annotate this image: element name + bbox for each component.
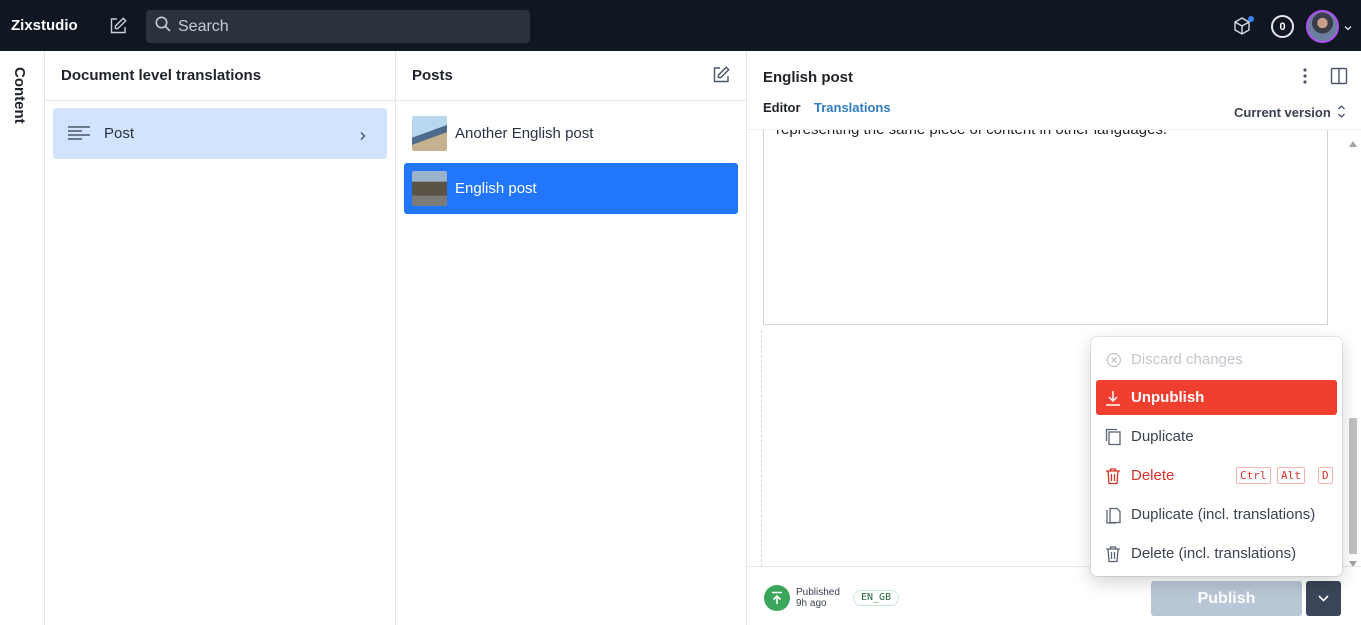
pane-header: Document level translations [45, 51, 395, 101]
pane-title: Posts [412, 67, 453, 84]
published-status-icon [764, 585, 790, 611]
document-label: Another English post [455, 125, 594, 142]
compose-icon[interactable] [711, 65, 731, 85]
menu-item-discard-changes[interactable]: Discard changes [1096, 342, 1337, 377]
search-placeholder: Search [178, 17, 229, 35]
content-rail-label[interactable]: Content [11, 67, 28, 124]
document-label: English post [455, 180, 537, 197]
document-thumbnail [412, 171, 447, 206]
textarea-content: representing the same piece of content i… [776, 129, 1168, 138]
menu-item-duplicate[interactable]: Duplicate [1096, 419, 1337, 454]
menu-item-label: Duplicate (incl. translations) [1131, 506, 1316, 523]
scrollbar[interactable] [1345, 130, 1361, 566]
brand-name[interactable]: Zixstudio [11, 17, 78, 34]
list-item-label: Post [104, 125, 135, 142]
status-label: Published [796, 587, 840, 598]
compose-icon[interactable] [108, 16, 128, 36]
pane-header: Posts [396, 51, 746, 101]
chevron-down-icon[interactable] [1343, 20, 1353, 31]
tab-translations[interactable]: Translations [814, 100, 891, 115]
menu-item-label: Duplicate [1131, 428, 1194, 445]
scroll-up-icon[interactable] [1349, 134, 1357, 147]
pane-title: Document level translations [61, 67, 262, 84]
list-item-document[interactable]: Another English post [404, 108, 738, 159]
more-options-icon[interactable] [1303, 67, 1307, 85]
status-time: 9h ago [796, 598, 827, 609]
notification-dot [1248, 16, 1254, 22]
discard-icon [1104, 351, 1122, 369]
chevron-up-down-icon[interactable] [1337, 104, 1346, 119]
trash-icon [1104, 545, 1122, 563]
menu-item-duplicate-incl-translations[interactable]: Duplicate (incl. translations) [1096, 497, 1337, 532]
duplicate-multiple-icon [1104, 506, 1122, 524]
top-navigation-bar: Zixstudio Search 0 [0, 0, 1361, 51]
menu-item-delete[interactable]: Delete Ctrl Alt D [1096, 458, 1337, 493]
documents-pane: Posts Another English post English post [396, 51, 747, 625]
search-icon [154, 15, 172, 38]
cube-icon[interactable] [1232, 16, 1254, 36]
shortcut-key: Alt [1277, 467, 1305, 484]
menu-item-delete-incl-translations[interactable]: Delete (incl. translations) [1096, 536, 1337, 571]
shortcut-key: D [1318, 467, 1333, 484]
scroll-down-icon[interactable] [1349, 554, 1357, 566]
document-actions-menu: Discard changes Unpublish Duplicate Dele… [1091, 337, 1342, 576]
menu-item-label: Delete (incl. translations) [1131, 545, 1297, 562]
scrollbar-thumb[interactable] [1349, 418, 1357, 554]
version-selector[interactable]: Current version [1234, 105, 1331, 120]
menu-item-unpublish[interactable]: Unpublish [1096, 380, 1337, 415]
unpublish-icon [1104, 389, 1122, 407]
menu-item-label: Unpublish [1131, 389, 1205, 406]
document-title: English post [763, 69, 853, 86]
list-item-post[interactable]: Post [53, 108, 387, 159]
lines-icon [67, 125, 91, 141]
document-actions-toggle[interactable] [1306, 581, 1341, 616]
duplicate-icon [1104, 428, 1122, 446]
document-types-pane: Document level translations Post [45, 51, 396, 625]
notification-count-badge[interactable]: 0 [1271, 15, 1294, 38]
list-item-document-selected[interactable]: English post [404, 163, 738, 214]
chevron-right-icon [358, 128, 367, 140]
content-rail: Content [0, 51, 45, 625]
menu-item-label: Discard changes [1131, 351, 1243, 368]
description-textarea[interactable]: representing the same piece of content i… [763, 129, 1328, 325]
avatar[interactable] [1306, 10, 1339, 43]
locale-badge: EN_GB [853, 590, 900, 606]
publish-button[interactable]: Publish [1151, 581, 1302, 616]
field-guide-line [761, 330, 762, 566]
menu-item-label: Delete [1131, 467, 1175, 484]
document-thumbnail [412, 116, 447, 151]
tab-editor[interactable]: Editor [763, 100, 801, 115]
split-pane-icon[interactable] [1330, 67, 1348, 85]
shortcut-key: Ctrl [1236, 467, 1271, 484]
trash-icon [1104, 467, 1122, 485]
search-input[interactable]: Search [146, 10, 530, 43]
